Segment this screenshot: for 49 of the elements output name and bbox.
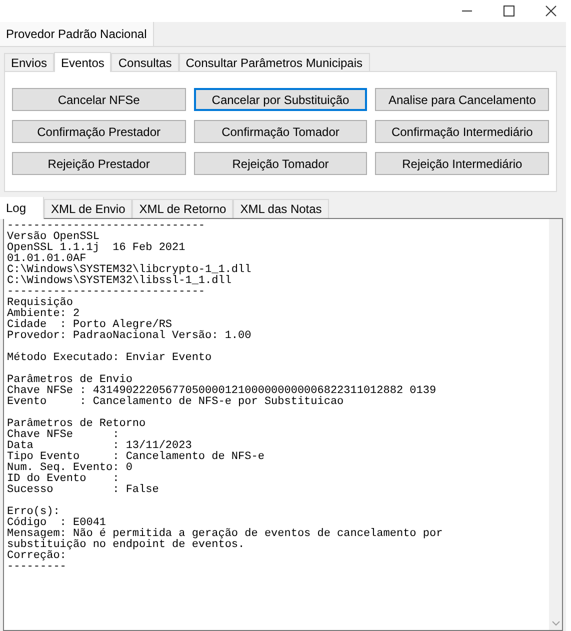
group-tab[interactable]: Provedor Padrão Nacional (0, 22, 154, 46)
action-button[interactable]: Rejeição Prestador (12, 152, 186, 175)
tab[interactable]: XML de Envio (44, 199, 132, 218)
scrollbar[interactable] (549, 219, 562, 630)
action-button[interactable]: Rejeição Tomador (194, 152, 368, 175)
log-line: C:\Windows\SYSTEM32\libcrypto-1_1.dll (7, 265, 252, 276)
log-line: Versão OpenSSL (7, 232, 100, 243)
log-line: Parâmetros de Retorno (7, 419, 146, 430)
log-line: Chave NFSe : (7, 430, 120, 441)
log-line: Ambiente: 2 (7, 309, 80, 320)
log-line: Método Executado: Enviar Evento (7, 353, 212, 364)
action-button[interactable]: Confirmação Prestador (12, 120, 186, 143)
action-button[interactable]: Rejeição Intermediário (375, 152, 549, 175)
log-line: substituição no endpoint de eventos. (7, 540, 245, 551)
tab[interactable]: XML de Retorno (132, 199, 234, 218)
log-line: Provedor: PadraoNacional Versão: 1.00 (7, 331, 252, 342)
log-line: ID do Evento : (7, 474, 120, 485)
log-line: Chave NFSe : 43149022205677050000121000000000006822311012882 0139 (7, 386, 436, 397)
log-line: --------- (7, 562, 66, 573)
log-line: OpenSSL 1.1.1j 16 Feb 2021 (7, 243, 186, 254)
action-button[interactable]: Cancelar por Substituição (194, 88, 368, 111)
log-line: ------------------------------ (7, 221, 206, 232)
action-button[interactable]: Confirmação Intermediário (375, 120, 549, 143)
log-line: Tipo Evento : Cancelamento de NFS-e (7, 452, 264, 463)
action-button[interactable]: Confirmação Tomador (194, 120, 368, 143)
action-button[interactable]: Analise para Cancelamento (375, 88, 549, 111)
log-line: Correção: (7, 551, 66, 562)
tab[interactable]: XML das Notas (233, 199, 329, 218)
log-line: 01.01.01.0AF (7, 254, 86, 265)
log-line: Data : 13/11/2023 (7, 441, 192, 452)
log-line: Mensagem: Não é permitida a geração de eventos de cancelamento por (7, 529, 443, 540)
log-line: Sucesso : False (7, 485, 159, 496)
tab[interactable]: Consultas (111, 53, 179, 71)
log-line: Erro(s): (7, 507, 60, 518)
tab[interactable]: Envios (4, 53, 54, 71)
close-icon[interactable] (545, 5, 557, 17)
tab[interactable]: Log (0, 197, 44, 219)
log-line: Requisição (7, 298, 74, 309)
log-line: Código : E0041 (7, 518, 106, 529)
log-line: Parâmetros de Envio (7, 375, 132, 386)
maximize-icon[interactable] (503, 5, 515, 17)
tab[interactable]: Eventos (54, 52, 112, 72)
log-line: C:\Windows\SYSTEM32\libssl-1_1.dll (7, 276, 232, 287)
log-line: Num. Seq. Evento: 0 (7, 463, 132, 474)
tab[interactable]: Consultar Parâmetros Municipais (178, 53, 370, 71)
action-button[interactable]: Cancelar NFSe (12, 88, 186, 111)
log-line: Cidade : Porto Alegre/RS (7, 320, 172, 331)
log-line: Evento : Cancelamento de NFS-e por Substituicao (7, 397, 344, 408)
log-line: ------------------------------ (7, 287, 206, 298)
